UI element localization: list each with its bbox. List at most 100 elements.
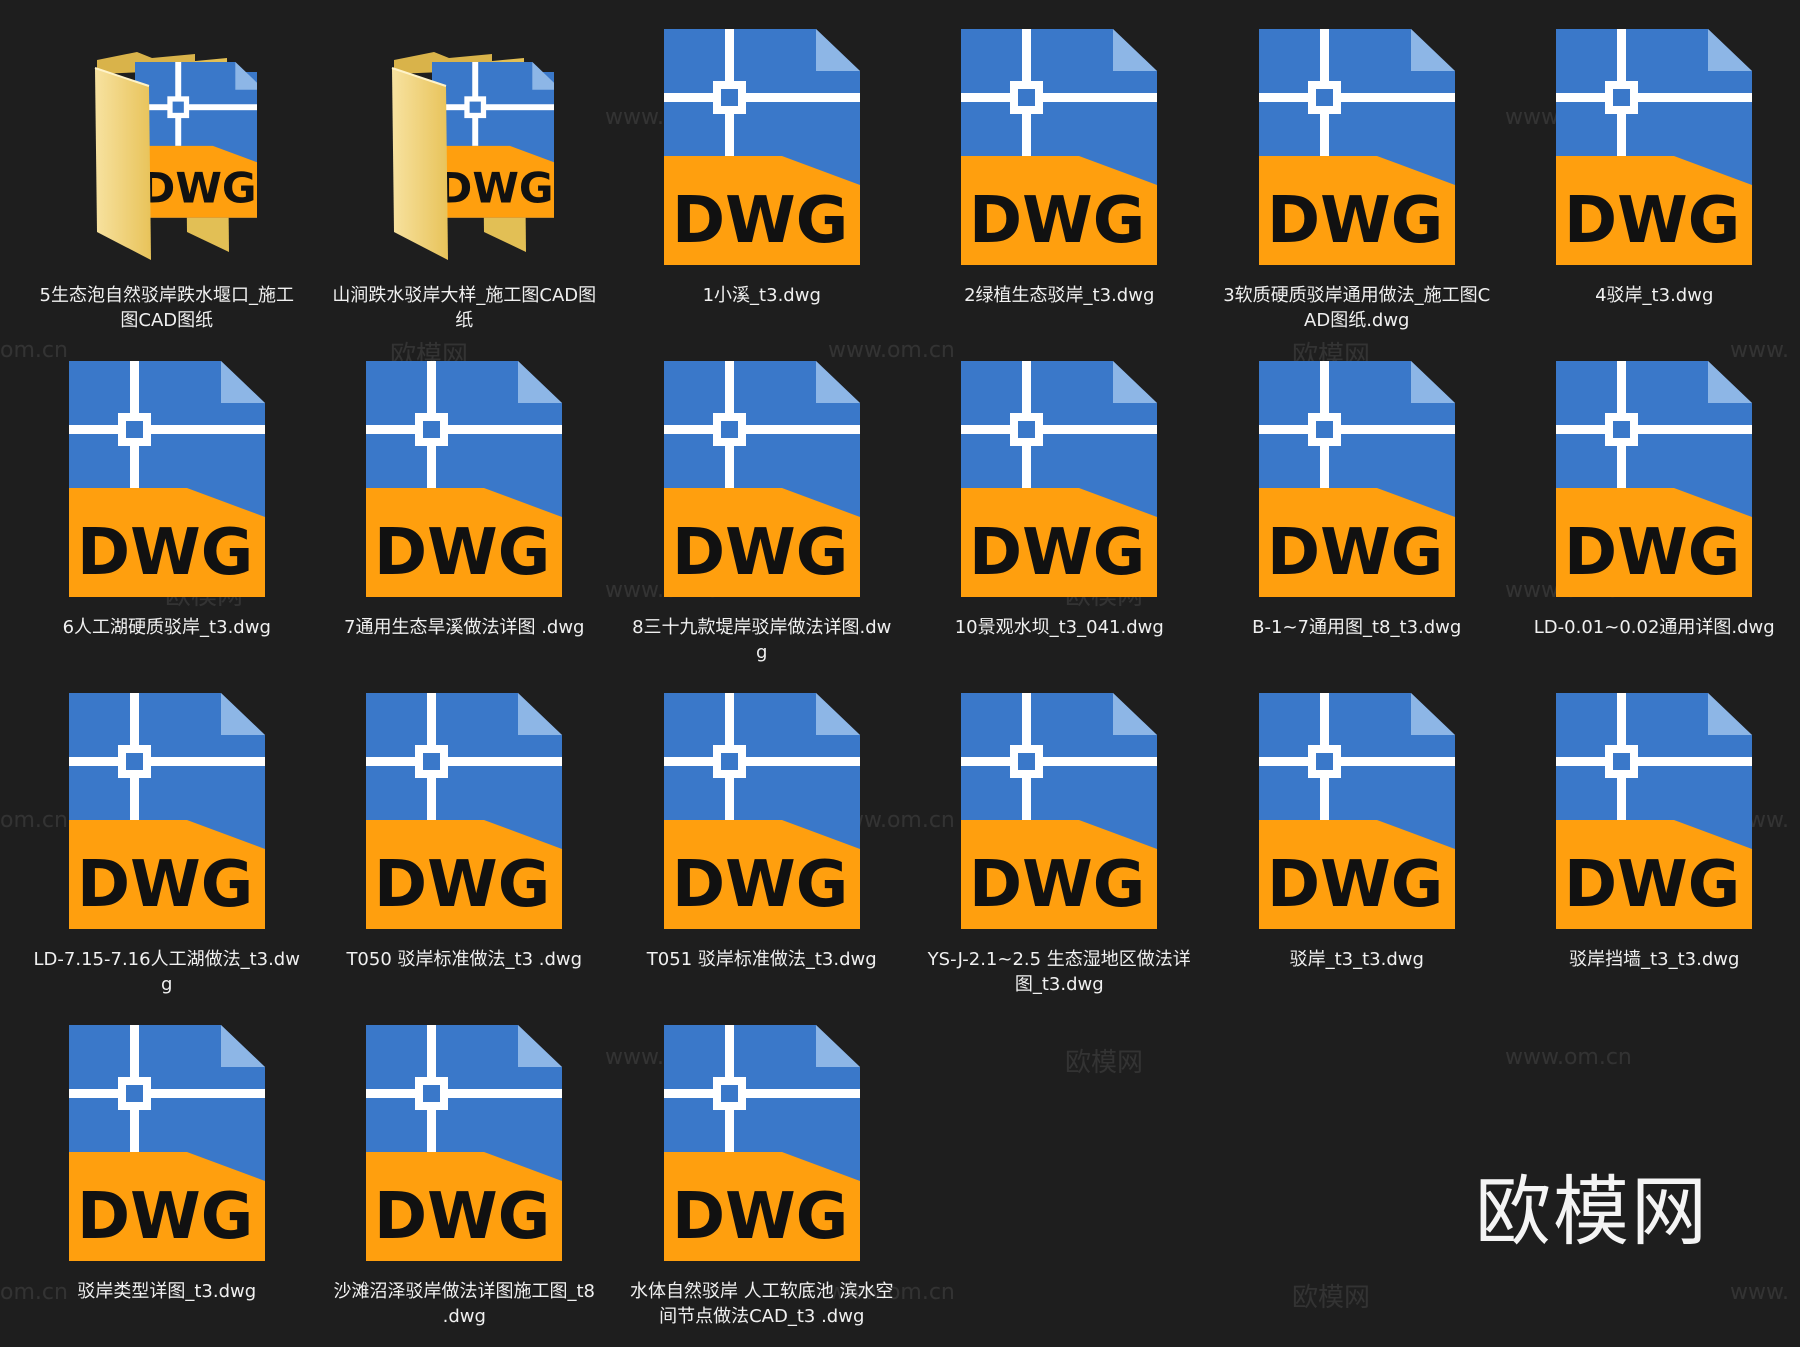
dwg-file-icon: DWG (351, 344, 577, 614)
dwg-file-icon: DWG (54, 676, 280, 946)
folder-doc-front: DWG (134, 62, 257, 218)
dwg-badge-text: DWG (672, 848, 848, 922)
dwg-file-icon: DWG (946, 344, 1172, 614)
dwg-file-icon: DWG (946, 676, 1172, 946)
file-item[interactable]: DWG 10景观水坝_t3_041.dwg (911, 344, 1209, 676)
file-item[interactable]: DWG 驳岸类型详图_t3.dwg (18, 1008, 316, 1340)
dwg-file-icon: DWG (351, 676, 577, 946)
file-item[interactable]: DWG 6人工湖硬质驳岸_t3.dwg (18, 344, 316, 676)
folder-item[interactable]: DWGDWG山涧跌水驳岸大样_施工图CAD图纸 (316, 12, 614, 344)
file-item[interactable]: DWG 驳岸挡墙_t3_t3.dwg (1506, 676, 1800, 1008)
file-item[interactable]: DWG 沙滩沼泽驳岸做法详图施工图_t8 .dwg (316, 1008, 614, 1340)
dwg-graphic: DWG (663, 361, 860, 597)
dwg-graphic: DWG (68, 1025, 265, 1261)
file-item[interactable]: DWG B-1~7通用图_t8_t3.dwg (1208, 344, 1506, 676)
folder-dwg-icon: DWGDWG (351, 12, 577, 282)
dwg-file-icon: DWG (54, 344, 280, 614)
dwg-file-icon: DWG (1244, 12, 1470, 282)
dwg-badge-text: DWG (1564, 516, 1740, 590)
dwg-badge-text: DWG (140, 164, 256, 213)
dwg-badge-text: DWG (374, 848, 550, 922)
dwg-graphic: DWG (663, 1025, 860, 1261)
file-item[interactable]: DWG 驳岸_t3_t3.dwg (1208, 676, 1506, 1008)
file-name-label: 4驳岸_t3.dwg (1595, 285, 1714, 306)
file-item[interactable]: DWG T050 驳岸标准做法_t3 .dwg (316, 676, 614, 1008)
dwg-badge-text: DWG (672, 184, 848, 258)
file-name-label: 山涧跌水驳岸大样_施工图CAD图纸 (332, 285, 597, 331)
dwg-file-icon: DWG (649, 1008, 875, 1278)
dwg-graphic: DWG (366, 693, 563, 929)
dwg-badge-text: DWG (374, 516, 550, 590)
dwg-graphic: DWG (961, 29, 1158, 265)
brand-watermark: 欧模网 (1475, 1167, 1709, 1256)
dwg-badge-text: DWG (77, 848, 253, 922)
dwg-graphic: DWG (68, 361, 265, 597)
file-name-label: LD-0.01~0.02通用详图.dwg (1533, 617, 1775, 638)
dwg-badge-text: DWG (438, 164, 554, 213)
dwg-badge-text: DWG (672, 516, 848, 590)
dwg-file-icon: DWG (1541, 12, 1767, 282)
dwg-file-icon: DWG (1541, 676, 1767, 946)
file-item[interactable]: DWG 8三十九款堤岸驳岸做法详图.dwg (613, 344, 911, 676)
dwg-graphic: DWG (1556, 693, 1753, 929)
file-name-label: 3软质硬质驳岸通用做法_施工图CAD图纸.dwg (1223, 285, 1491, 331)
dwg-badge-text: DWG (1564, 184, 1740, 258)
dwg-badge-text: DWG (1267, 184, 1443, 258)
dwg-badge-text: DWG (1564, 848, 1740, 922)
file-name-label: 5生态泡自然驳岸跌水堰口_施工图CAD图纸 (39, 285, 294, 331)
dwg-file-icon: DWG (351, 1008, 577, 1278)
dwg-graphic: DWG (1258, 693, 1455, 929)
file-item[interactable]: DWG T051 驳岸标准做法_t3.dwg (613, 676, 911, 1008)
file-name-label: 驳岸挡墙_t3_t3.dwg (1569, 949, 1740, 970)
dwg-graphic: DWG (663, 29, 860, 265)
dwg-badge-text: DWG (1267, 848, 1443, 922)
dwg-badge-text: DWG (672, 1180, 848, 1254)
dwg-graphic: DWG (68, 693, 265, 929)
folder-flap (392, 68, 449, 260)
dwg-file-icon: DWG (54, 1008, 280, 1278)
file-grid: DWGDWG5生态泡自然驳岸跌水堰口_施工图CAD图纸DWGDWG山涧跌水驳岸大… (18, 12, 1800, 1340)
dwg-file-icon: DWG (649, 12, 875, 282)
dwg-graphic: DWG (961, 361, 1158, 597)
dwg-file-icon: DWG (946, 12, 1172, 282)
dwg-graphic: DWG (1258, 29, 1455, 265)
dwg-badge-text: DWG (77, 516, 253, 590)
file-item[interactable]: DWG 2绿植生态驳岸_t3.dwg (911, 12, 1209, 344)
file-name-label: YS-J-2.1~2.5 生态湿地区做法详图_t3.dwg (927, 949, 1191, 995)
dwg-badge-text: DWG (969, 184, 1145, 258)
dwg-graphic: DWG (366, 361, 563, 597)
dwg-file-icon: DWG (1244, 344, 1470, 614)
folder-doc-front: DWG (432, 62, 555, 218)
file-item[interactable]: DWG 3软质硬质驳岸通用做法_施工图CAD图纸.dwg (1208, 12, 1506, 344)
file-name-label: 水体自然驳岸 人工软底池 滨水空间节点做法CAD_t3 .dwg (630, 1281, 894, 1327)
dwg-file-icon: DWG (1244, 676, 1470, 946)
folder-item[interactable]: DWGDWG5生态泡自然驳岸跌水堰口_施工图CAD图纸 (18, 12, 316, 344)
file-item[interactable]: DWG YS-J-2.1~2.5 生态湿地区做法详图_t3.dwg (911, 676, 1209, 1008)
file-name-label: 驳岸类型详图_t3.dwg (77, 1281, 257, 1302)
dwg-badge-text: DWG (77, 1180, 253, 1254)
dwg-badge-text: DWG (969, 516, 1145, 590)
file-name-label: T051 驳岸标准做法_t3.dwg (646, 949, 877, 970)
file-item[interactable]: DWG LD-7.15-7.16人工湖做法_t3.dwg (18, 676, 316, 1008)
dwg-badge-text: DWG (1267, 516, 1443, 590)
file-item[interactable]: DWG LD-0.01~0.02通用详图.dwg (1506, 344, 1800, 676)
file-name-label: 2绿植生态驳岸_t3.dwg (964, 285, 1155, 306)
file-name-label: 10景观水坝_t3_041.dwg (954, 617, 1164, 638)
file-item[interactable]: DWG 水体自然驳岸 人工软底池 滨水空间节点做法CAD_t3 .dwg (613, 1008, 911, 1340)
dwg-graphic: DWG (961, 693, 1158, 929)
file-name-label: 8三十九款堤岸驳岸做法详图.dwg (632, 617, 892, 663)
dwg-graphic: DWG (663, 693, 860, 929)
file-name-label: 沙滩沼泽驳岸做法详图施工图_t8 .dwg (333, 1281, 595, 1327)
file-item[interactable]: DWG 1小溪_t3.dwg (613, 12, 911, 344)
folder-dwg-icon: DWGDWG (54, 12, 280, 282)
dwg-file-icon: DWG (649, 676, 875, 946)
file-name-label: T050 驳岸标准做法_t3 .dwg (346, 949, 583, 970)
dwg-graphic: DWG (1556, 361, 1753, 597)
file-name-label: 7通用生态旱溪做法详图 .dwg (344, 617, 585, 638)
file-name-label: 驳岸_t3_t3.dwg (1289, 949, 1424, 970)
file-item[interactable]: DWG 7通用生态旱溪做法详图 .dwg (316, 344, 614, 676)
dwg-graphic: DWG (1258, 361, 1455, 597)
folder-flap (94, 68, 151, 260)
file-item[interactable]: DWG 4驳岸_t3.dwg (1506, 12, 1800, 344)
dwg-file-icon: DWG (1541, 344, 1767, 614)
